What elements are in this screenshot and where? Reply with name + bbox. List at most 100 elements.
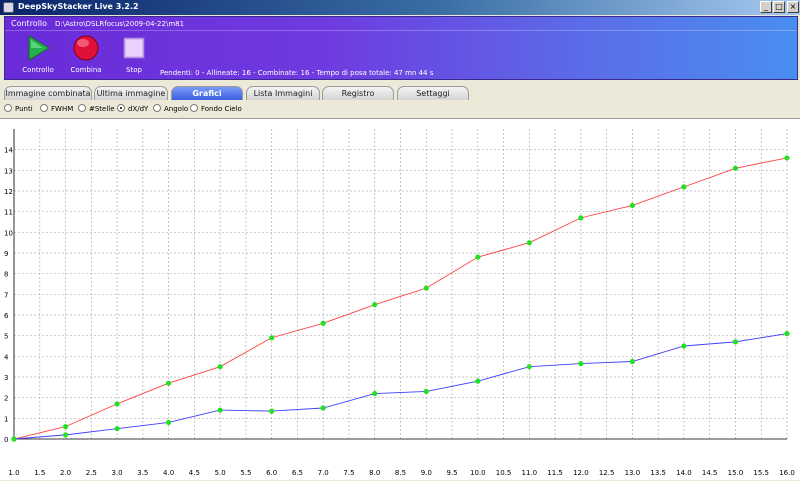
series-0-point: [784, 155, 790, 161]
x-tick-label: 11.5: [547, 469, 563, 477]
series-0-point: [372, 302, 378, 308]
series-0-point: [217, 364, 223, 370]
series-1-point: [732, 339, 739, 345]
series-0-point: [62, 424, 69, 430]
x-tick-label: 1.0: [8, 469, 19, 477]
x-tick-label: 3.0: [111, 469, 122, 477]
series-0-point: [475, 254, 481, 260]
y-tick-label: 1: [4, 415, 8, 423]
series-1-point: [114, 426, 120, 432]
radio-stelle[interactable]: #Stelle: [78, 104, 115, 113]
series-1-point: [526, 364, 532, 370]
stop-button[interactable]: Stop: [111, 34, 157, 74]
radio-dot: [40, 104, 48, 112]
x-tick-label: 15.5: [753, 469, 769, 477]
control-title: Controllo: [11, 19, 48, 28]
x-tick-label: 13.5: [650, 469, 666, 477]
status-text: Pendenti: 0 - Allineate: 16 - Combinate:…: [160, 69, 434, 77]
y-tick-label: 13: [4, 167, 13, 175]
radio-angolo[interactable]: Angolo: [153, 104, 188, 113]
series-1-point: [423, 388, 429, 395]
folder-path: D:\Astro\DSLRfocus\2009-04-22\m81: [55, 20, 185, 28]
tab-immagine-combinata[interactable]: Immagine combinata: [4, 86, 92, 100]
x-tick-label: 9.0: [421, 469, 432, 477]
series-1-point: [578, 360, 584, 367]
y-tick-label: 12: [4, 188, 13, 196]
series-1-point: [784, 331, 790, 337]
y-tick-label: 3: [4, 374, 8, 382]
tab-registro[interactable]: Registro: [322, 86, 394, 100]
series-0-point: [166, 380, 172, 386]
series-1-point: [62, 432, 69, 438]
series-0-point: [114, 401, 120, 407]
control-header: Controllo D:\Astro\DSLRfocus\2009-04-22\…: [5, 17, 797, 31]
x-tick-label: 14.0: [676, 469, 692, 477]
radio-dot: [117, 104, 125, 112]
maximize-button[interactable]: □: [773, 1, 785, 13]
series-0-point: [578, 215, 584, 221]
x-tick-label: 9.5: [446, 469, 457, 477]
title-bar[interactable]: DeepSkyStacker Live 3.2.2 _ □ ×: [0, 0, 800, 15]
radio-dot: [4, 104, 12, 112]
tab-grafici[interactable]: Grafici: [171, 86, 243, 100]
x-tick-label: 7.0: [318, 469, 329, 477]
x-tick-label: 1.5: [34, 469, 45, 477]
minimize-button[interactable]: _: [760, 1, 772, 13]
series-1-point: [166, 419, 172, 426]
x-tick-label: 14.5: [702, 469, 718, 477]
x-tick-label: 7.5: [343, 469, 354, 477]
close-button[interactable]: ×: [787, 1, 799, 13]
radio-label: Angolo: [164, 105, 189, 113]
y-tick-label: 6: [4, 312, 9, 320]
stop-label: Stop: [126, 66, 142, 74]
series-1-point: [320, 405, 326, 411]
series-1-point: [11, 436, 17, 442]
y-tick-label: 11: [4, 209, 13, 217]
controllo-label: Controllo: [22, 66, 54, 74]
radio-label: Punti: [15, 105, 33, 113]
series-1-point: [629, 358, 636, 365]
controllo-button[interactable]: Controllo: [15, 34, 61, 74]
tab-bar: Immagine combinata Ultima immagine Grafi…: [0, 85, 800, 101]
series-0-point: [269, 335, 275, 341]
graph-type-options: Punti FWHM #Stelle dX/dY Angolo Fondo Ci…: [0, 102, 800, 116]
tab-lista-immagini[interactable]: Lista Immagini: [246, 86, 320, 100]
radio-fwhm[interactable]: FWHM: [40, 104, 73, 113]
series-1-point: [269, 408, 275, 414]
stop-icon: [123, 37, 145, 59]
x-tick-label: 5.0: [215, 469, 226, 477]
x-tick-label: 13.0: [625, 469, 641, 477]
x-tick-label: 16.0: [779, 469, 795, 477]
graph-area: 1.0 1.5 2.0 2.5 3.0 3.5 4.0 4.5 5.0 5.5 6.0 6.5 7.0 7…: [0, 118, 800, 480]
y-tick-label: 7: [4, 291, 8, 299]
series-0-point: [526, 240, 532, 246]
radio-label: FWHM: [51, 105, 74, 113]
series-1-point: [681, 343, 687, 349]
series-0-point: [423, 285, 429, 291]
radio-punti[interactable]: Punti: [4, 104, 33, 113]
y-tick-label: 8: [4, 271, 8, 279]
series-1-point: [372, 390, 378, 397]
x-tick-label: 2.0: [60, 469, 71, 477]
series-1-point: [217, 407, 223, 413]
play-icon: [28, 35, 50, 61]
tab-ultima-immagine[interactable]: Ultima immagine: [94, 86, 168, 100]
series-0-point: [732, 165, 739, 171]
series-0-point: [320, 320, 326, 326]
dxdy-chart: 1.0 1.5 2.0 2.5 3.0 3.5 4.0 4.5 5.0 5.5 6.0 6.5 7.0 7…: [4, 129, 795, 477]
radio-fondo-cielo[interactable]: Fondo Cielo: [190, 104, 242, 113]
radio-label: Fondo Cielo: [201, 105, 242, 113]
record-icon: [73, 35, 99, 61]
radio-dxdy[interactable]: dX/dY: [117, 104, 148, 113]
y-tick-label: 10: [4, 229, 13, 237]
combina-button[interactable]: Combina: [63, 34, 109, 74]
x-tick-label: 12.0: [573, 469, 589, 477]
radio-dot: [78, 104, 86, 112]
tab-settaggi[interactable]: Settaggi: [397, 86, 469, 100]
x-tick-label: 6.5: [292, 469, 303, 477]
x-tick-label: 6.0: [266, 469, 277, 477]
y-tick-label: 14: [4, 147, 13, 155]
x-tick-label: 12.5: [599, 469, 615, 477]
radio-dot: [153, 104, 161, 112]
x-tick-label: 8.5: [395, 469, 406, 477]
